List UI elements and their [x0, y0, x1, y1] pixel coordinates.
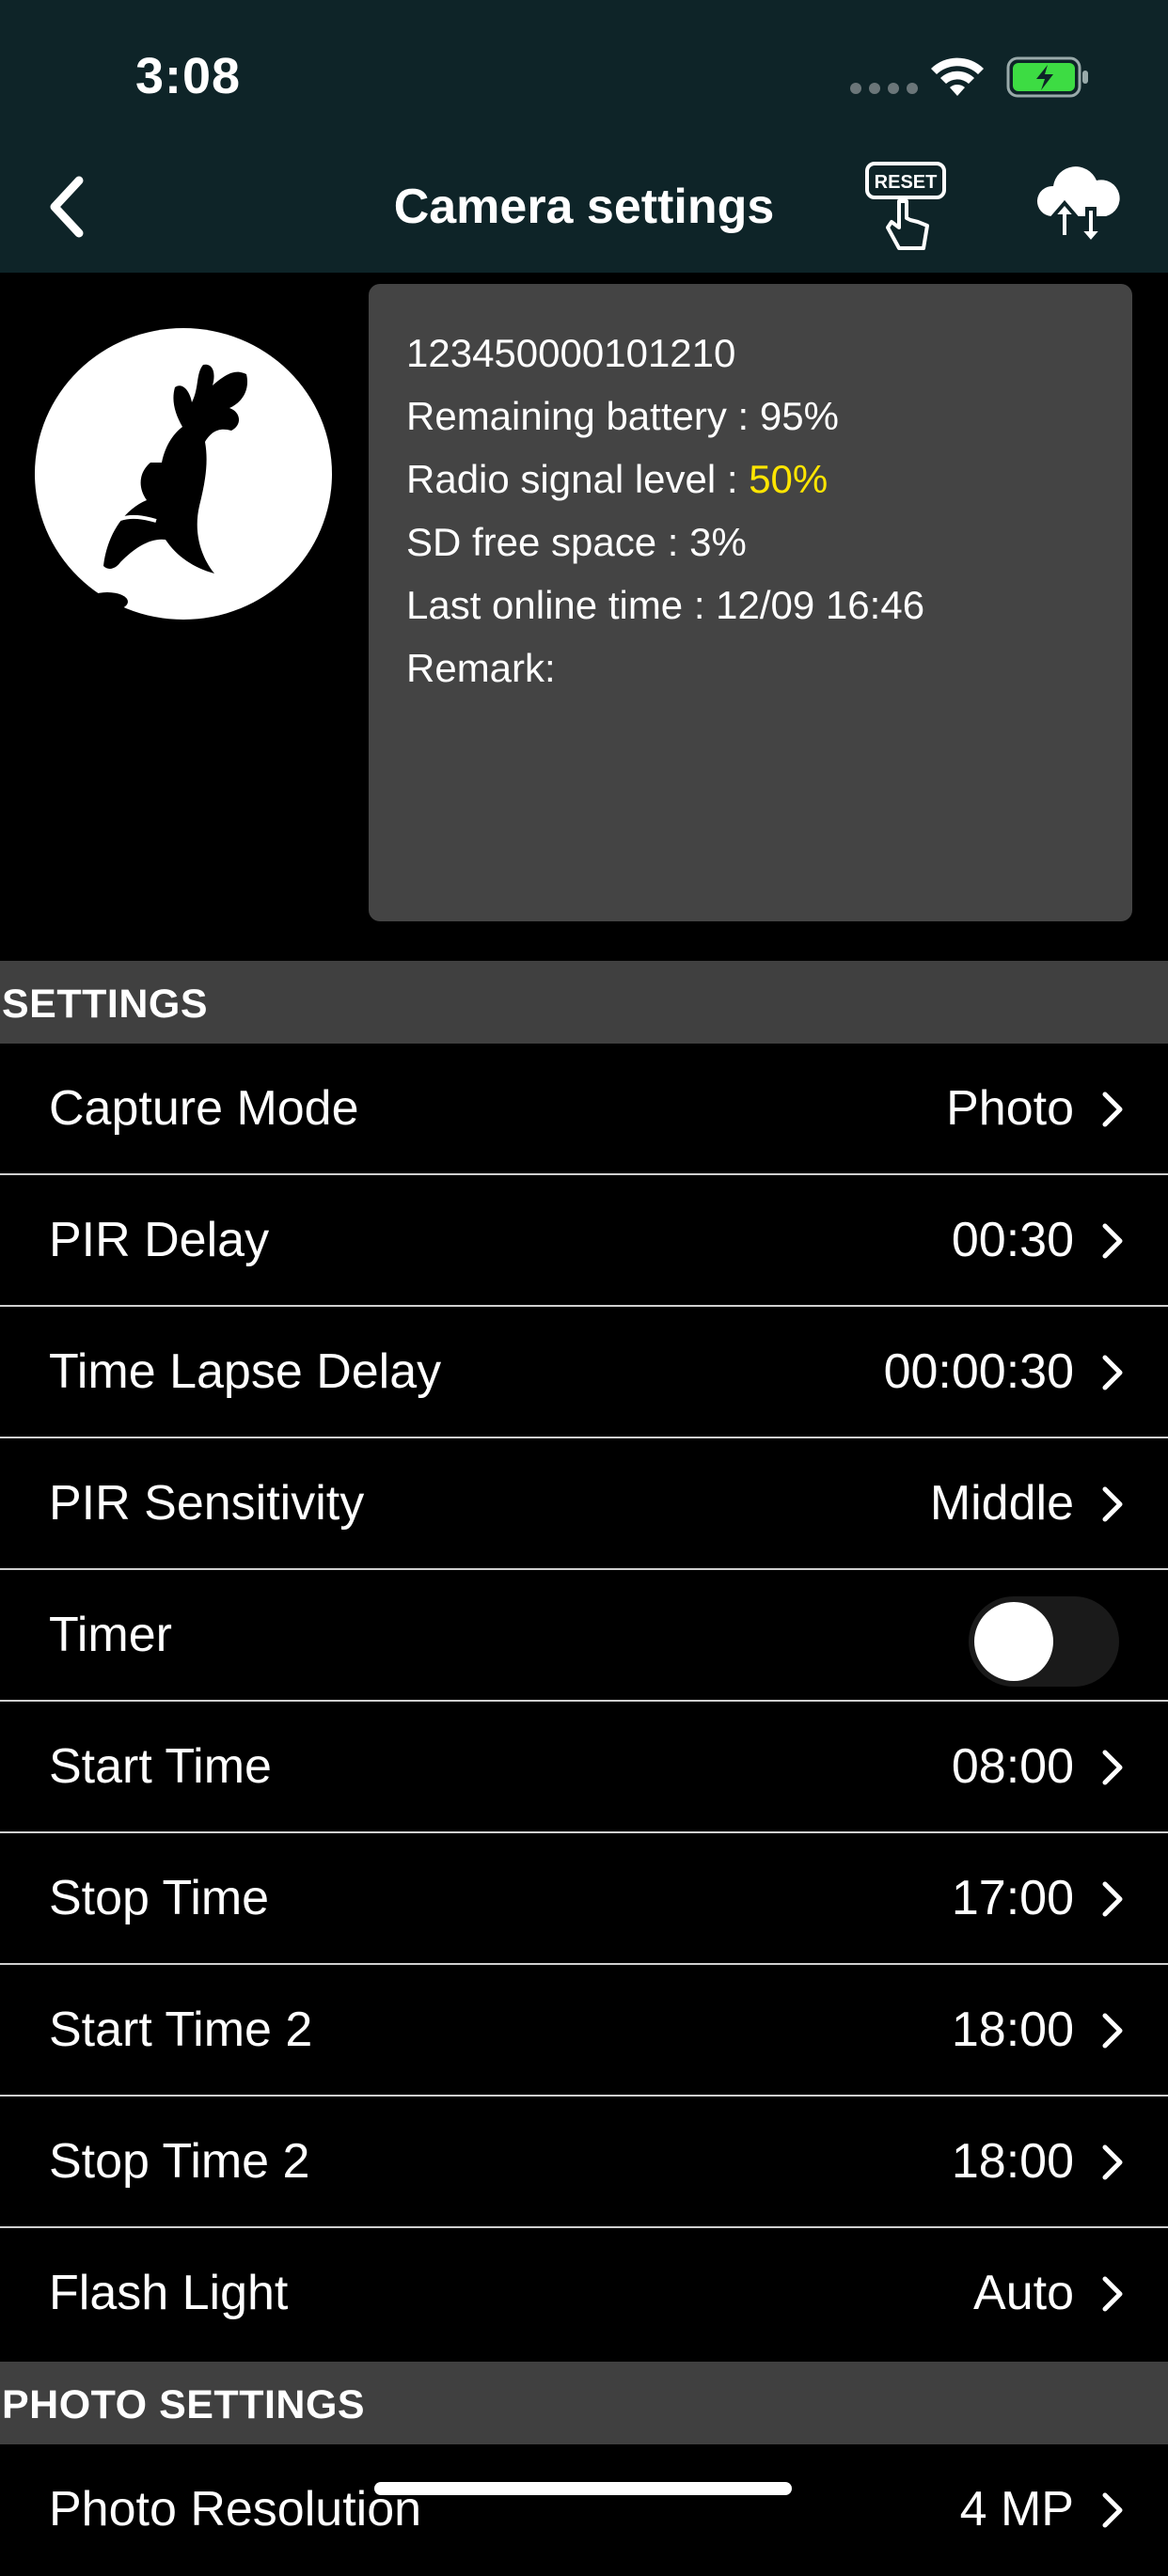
setting-label: Stop Time 2 — [49, 2134, 310, 2189]
setting-value: 00:30 — [951, 1213, 1074, 1267]
setting-value: 18:00 — [951, 2003, 1074, 2057]
chevron-right-icon — [1102, 1486, 1123, 1522]
signal-label: Radio signal level : — [406, 457, 750, 501]
last-online-value: 12/09 16:46 — [716, 583, 925, 627]
timer-toggle[interactable] — [969, 1596, 1119, 1687]
setting-value: 08:00 — [951, 1739, 1074, 1794]
chevron-right-icon — [1102, 2013, 1123, 2049]
setting-row-capture-mode[interactable]: Capture Mode Photo — [0, 1044, 1168, 1175]
chevron-right-icon — [1102, 2492, 1123, 2528]
status-time: 3:08 — [135, 48, 242, 104]
last-online-label: Last online time : — [406, 583, 717, 627]
section-header-settings: SETTINGS — [0, 961, 1168, 1044]
setting-label: Time Lapse Delay — [49, 1344, 442, 1399]
reset-icon-text: RESET — [875, 172, 938, 193]
setting-value: 18:00 — [951, 2134, 1074, 2189]
last-online-info: Last online time : 12/09 16:46 — [406, 573, 1095, 636]
setting-value: Photo — [946, 1081, 1074, 1136]
setting-label: PIR Sensitivity — [49, 1476, 365, 1531]
setting-label: Stop Time — [49, 1871, 270, 1925]
page-title: Camera settings — [393, 180, 775, 234]
battery-info: Remaining battery : 95% — [406, 385, 1095, 448]
setting-label: Photo Resolution — [49, 2482, 422, 2537]
setting-row-stop-time[interactable]: Stop Time 17:00 — [0, 1833, 1168, 1965]
chevron-right-icon — [1102, 1223, 1123, 1259]
setting-label: Start Time — [49, 1739, 272, 1794]
signal-value: 50% — [749, 457, 829, 501]
setting-row-pir-delay[interactable]: PIR Delay 00:30 — [0, 1175, 1168, 1307]
battery-charging-icon — [1006, 56, 1088, 98]
setting-label: Flash Light — [49, 2266, 289, 2320]
setting-value: 4 MP — [959, 2482, 1074, 2537]
toggle-knob — [974, 1602, 1053, 1681]
sd-value: 3% — [689, 520, 747, 564]
home-indicator[interactable] — [374, 2482, 792, 2495]
chevron-right-icon — [1102, 1355, 1123, 1390]
cloud-sync-button[interactable] — [1033, 162, 1123, 246]
setting-row-timer: Timer — [0, 1570, 1168, 1702]
setting-row-flash-light[interactable]: Flash Light Auto — [0, 2228, 1168, 2360]
setting-label: Capture Mode — [49, 1081, 359, 1136]
setting-label: PIR Delay — [49, 1213, 270, 1267]
setting-value: 00:00:30 — [883, 1344, 1074, 1399]
chevron-right-icon — [1102, 1881, 1123, 1917]
cellular-signal-icon — [850, 83, 918, 94]
reset-button[interactable]: RESET — [863, 160, 948, 254]
signal-info: Radio signal level : 50% — [406, 448, 1095, 510]
chevron-right-icon — [1102, 1092, 1123, 1127]
device-serial: 123450000101210 — [406, 331, 736, 375]
chevron-right-icon — [1102, 2276, 1123, 2312]
setting-value: 17:00 — [951, 1871, 1074, 1925]
setting-row-start-time[interactable]: Start Time 08:00 — [0, 1702, 1168, 1833]
setting-label: Start Time 2 — [49, 2003, 313, 2057]
top-bar: 3:08 Camera settings RESET — [0, 0, 1168, 273]
wifi-icon — [931, 57, 984, 96]
setting-label: Timer — [49, 1608, 172, 1662]
setting-row-photo-resolution[interactable]: Photo Resolution 4 MP — [0, 2444, 1168, 2576]
sd-label: SD free space : — [406, 520, 690, 564]
setting-row-stop-time-2[interactable]: Stop Time 2 18:00 — [0, 2097, 1168, 2228]
setting-value: Auto — [973, 2266, 1074, 2320]
setting-row-time-lapse-delay[interactable]: Time Lapse Delay 00:00:30 — [0, 1307, 1168, 1438]
chevron-right-icon — [1102, 1750, 1123, 1785]
sd-info: SD free space : 3% — [406, 510, 1095, 573]
battery-label: Remaining battery : — [406, 394, 760, 438]
deer-logo-icon — [35, 328, 332, 620]
chevron-right-icon — [1102, 2144, 1123, 2180]
setting-row-pir-sensitivity[interactable]: PIR Sensitivity Middle — [0, 1438, 1168, 1570]
battery-value: 95% — [759, 394, 839, 438]
setting-row-start-time-2[interactable]: Start Time 2 18:00 — [0, 1965, 1168, 2097]
remark-label: Remark: — [406, 646, 556, 690]
section-header-photo-settings: PHOTO SETTINGS — [0, 2362, 1168, 2444]
device-info-card: 123450000101210 Remaining battery : 95% … — [369, 284, 1132, 921]
setting-value: Middle — [929, 1476, 1074, 1531]
